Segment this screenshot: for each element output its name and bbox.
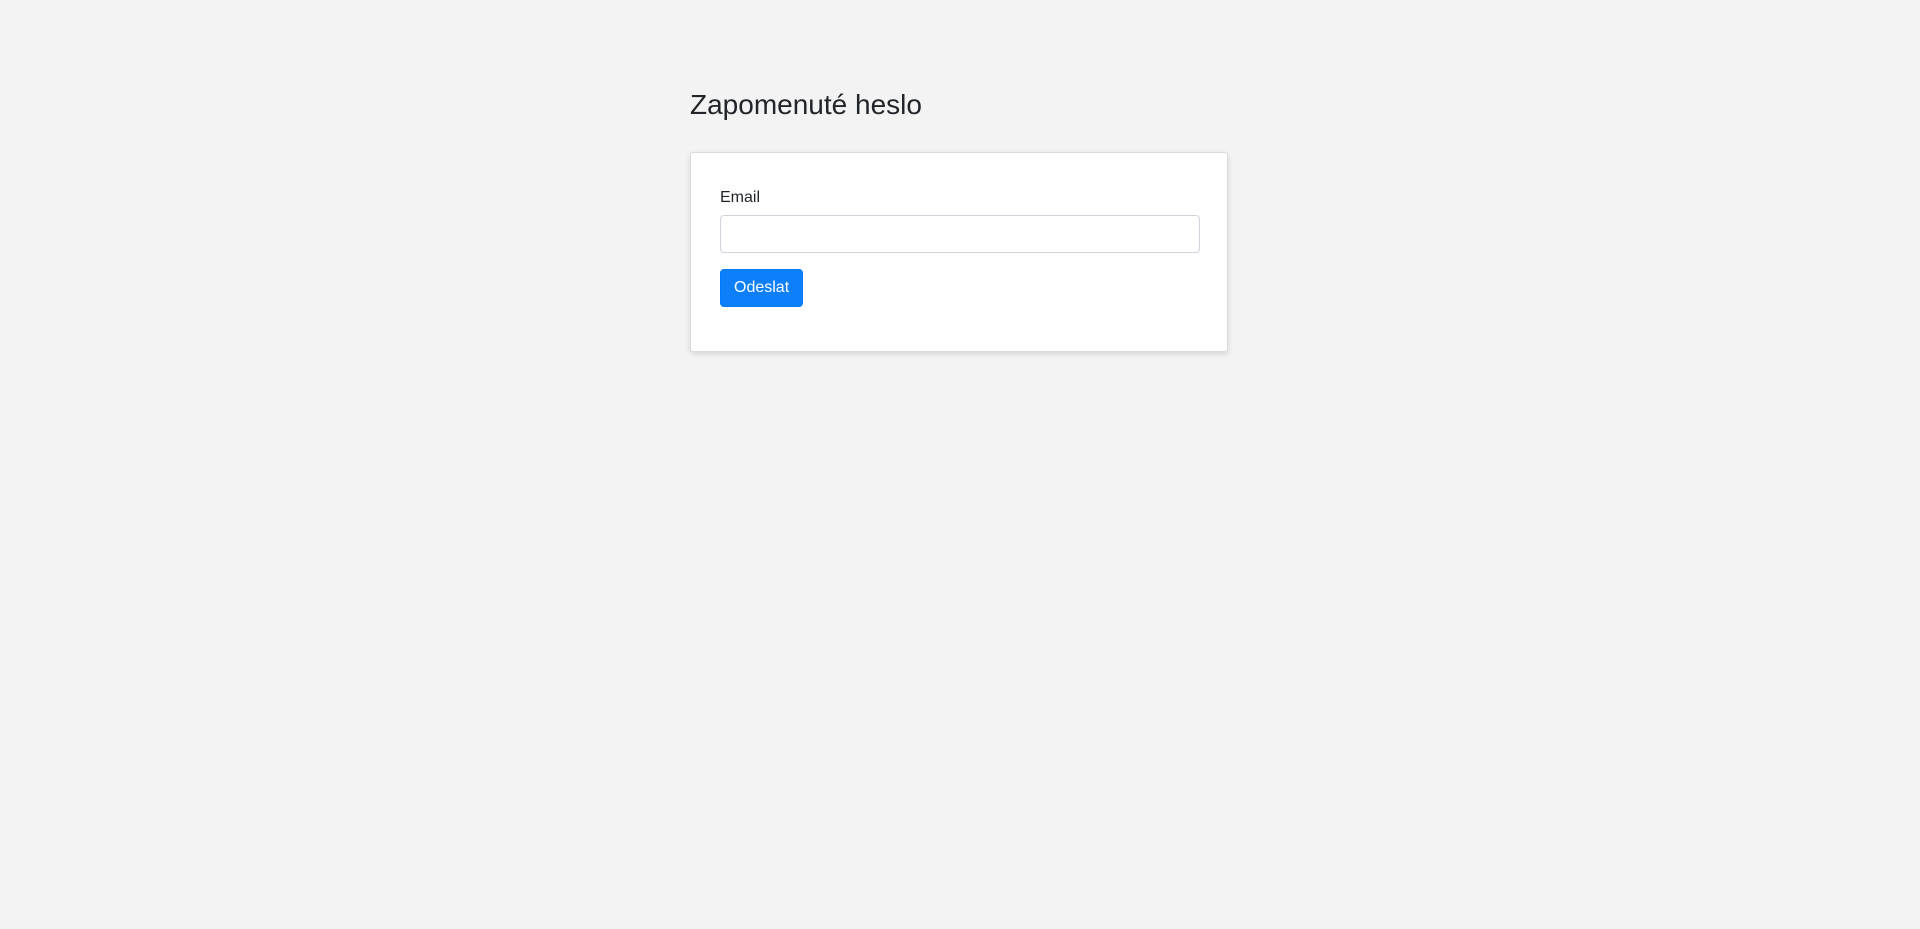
page-title: Zapomenuté heslo — [690, 89, 922, 120]
submit-button[interactable]: Odeslat — [720, 269, 804, 307]
forgot-password-card: Email Odeslat — [690, 152, 1228, 352]
email-label: Email — [720, 189, 761, 206]
page: { "page": { "title": "Zapomenuté heslo" … — [0, 0, 1920, 929]
email-input[interactable] — [720, 215, 1200, 253]
